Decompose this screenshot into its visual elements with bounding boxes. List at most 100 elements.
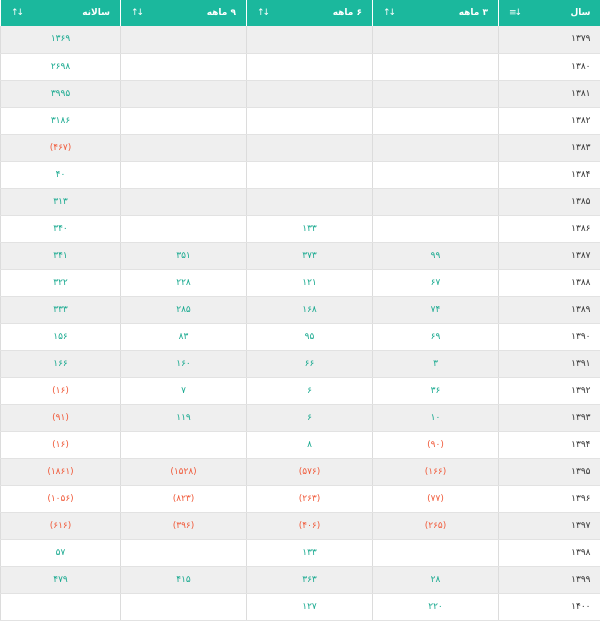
value-cell-m9: [120, 134, 247, 162]
value-cell-m9: ۱۶۰: [120, 350, 247, 378]
table-row: ۱۳۷۹ ۱۳۶۹: [0, 26, 600, 54]
value-cell-q3: [372, 134, 499, 162]
value-cell-annual: ۳۲۲: [0, 269, 121, 297]
value-cell-m6: ۱۲۱: [246, 269, 373, 297]
sort-desc-icon[interactable]: ↓≡: [509, 8, 522, 18]
value-cell-m6: ۱۶۸: [246, 296, 373, 324]
sort-icon[interactable]: ↓↑: [383, 8, 396, 18]
value-cell-m6: ۱۳۳: [246, 215, 373, 243]
value-cell-annual: (۱۸۶۱): [0, 458, 121, 486]
value-cell-m6: [246, 26, 373, 54]
value-cell-q3: (۷۷): [372, 485, 499, 513]
table-row: ۱۳۹۴ (۹۰) ۸ (۱۶): [0, 431, 600, 459]
year-cell: ۱۳۸۷: [498, 242, 600, 270]
value-cell-m9: (۳۹۶): [120, 512, 247, 540]
value-cell-m9: [120, 53, 247, 81]
year-cell: ۱۳۹۵: [498, 458, 600, 486]
table-row: ۱۴۰۰ ۲۲۰ ۱۲۷: [0, 593, 600, 621]
year-cell: ۱۳۹۲: [498, 377, 600, 405]
table-row: ۱۳۸۷ ۹۹ ۳۷۳ ۳۵۱ ۳۴۱: [0, 242, 600, 270]
value-cell-q3: (۱۶۶): [372, 458, 499, 486]
column-header-m9[interactable]: ۹ ماهه ↓↑: [120, 0, 247, 26]
value-cell-q3: [372, 215, 499, 243]
value-cell-m9: ۷: [120, 377, 247, 405]
value-cell-annual: ۲۶۹۸: [0, 53, 121, 81]
value-cell-annual: ۳۱۸۶: [0, 107, 121, 135]
value-cell-m6: (۴۰۶): [246, 512, 373, 540]
value-cell-annual: (۹۱): [0, 404, 121, 432]
value-cell-q3: ۷۴: [372, 296, 499, 324]
value-cell-annual: ۱۵۶: [0, 323, 121, 351]
value-cell-q3: [372, 539, 499, 567]
value-cell-annual: ۳۱۳: [0, 188, 121, 216]
table-row: ۱۳۹۱ ۳ ۶۶ ۱۶۰ ۱۶۶: [0, 350, 600, 378]
year-cell: ۱۳۸۶: [498, 215, 600, 243]
value-cell-m9: ۳۵۱: [120, 242, 247, 270]
table-row: ۱۳۸۱ ۳۹۹۵: [0, 80, 600, 108]
year-cell: ۱۳۸۲: [498, 107, 600, 135]
value-cell-q3: [372, 188, 499, 216]
value-cell-m9: [120, 431, 247, 459]
year-cell: ۱۳۷۹: [498, 26, 600, 54]
value-cell-q3: ۹۹: [372, 242, 499, 270]
table-header-row: سال ↓≡ ۳ ماهه ↓↑ ۶ ماهه ↓↑ ۹ ماهه ↓↑ سالانه ↓↑: [0, 0, 600, 26]
year-cell: ۱۴۰۰: [498, 593, 600, 621]
year-cell: ۱۳۸۹: [498, 296, 600, 324]
value-cell-annual: (۱۶): [0, 431, 121, 459]
value-cell-m9: [120, 593, 247, 621]
table-row: ۱۳۹۳ ۱۰ ۶ ۱۱۹ (۹۱): [0, 404, 600, 432]
value-cell-m6: ۱۳۳: [246, 539, 373, 567]
value-cell-m6: ۳۶۳: [246, 566, 373, 594]
value-cell-m9: [120, 188, 247, 216]
value-cell-annual: ۱۶۶: [0, 350, 121, 378]
value-cell-m6: ۳۷۳: [246, 242, 373, 270]
sort-icon[interactable]: ↓↑: [11, 8, 24, 18]
value-cell-m6: [246, 80, 373, 108]
value-cell-q3: ۱۰: [372, 404, 499, 432]
table-body: ۱۳۷۹ ۱۳۶۹ ۱۳۸۰ ۲۶۹۸ ۱۳۸۱ ۳۹۹۵ ۱۳۸۲ ۳۱۸۶ ۱۳۸۳ (۴۶۷…: [0, 26, 600, 621]
value-cell-m6: ۸: [246, 431, 373, 459]
year-cell: ۱۳۹۴: [498, 431, 600, 459]
table-row: ۱۳۸۰ ۲۶۹۸: [0, 53, 600, 81]
value-cell-m6: ۶۶: [246, 350, 373, 378]
value-cell-m6: ۱۲۷: [246, 593, 373, 621]
table-row: ۱۳۸۴ ۴۰: [0, 161, 600, 189]
column-header-q3[interactable]: ۳ ماهه ↓↑: [372, 0, 499, 26]
column-header-label: ۳ ماهه: [458, 8, 488, 18]
table-row: ۱۳۹۰ ۶۹ ۹۵ ۸۳ ۱۵۶: [0, 323, 600, 351]
value-cell-annual: ۳۴۱: [0, 242, 121, 270]
financial-table: سال ↓≡ ۳ ماهه ↓↑ ۶ ماهه ↓↑ ۹ ماهه ↓↑ سالانه ↓↑ ۱۳…: [0, 0, 600, 621]
sort-icon[interactable]: ↓↑: [257, 8, 270, 18]
value-cell-annual: ۱۳۶۹: [0, 26, 121, 54]
table-row: ۱۳۹۸ ۱۳۳ ۵۷: [0, 539, 600, 567]
value-cell-m9: ۲۸۵: [120, 296, 247, 324]
year-cell: ۱۳۹۹: [498, 566, 600, 594]
year-cell: ۱۳۹۰: [498, 323, 600, 351]
value-cell-q3: [372, 161, 499, 189]
value-cell-q3: ۳۶: [372, 377, 499, 405]
table-row: ۱۳۸۳ (۴۶۷): [0, 134, 600, 162]
sort-icon[interactable]: ↓↑: [131, 8, 144, 18]
year-cell: ۱۳۹۸: [498, 539, 600, 567]
value-cell-m6: ۹۵: [246, 323, 373, 351]
year-cell: ۱۳۹۱: [498, 350, 600, 378]
value-cell-q3: (۲۶۵): [372, 512, 499, 540]
value-cell-m9: [120, 161, 247, 189]
value-cell-m9: ۸۳: [120, 323, 247, 351]
value-cell-annual: ۳۴۰: [0, 215, 121, 243]
column-header-label: سال: [570, 8, 591, 18]
value-cell-m9: [120, 80, 247, 108]
table-row: ۱۳۹۵ (۱۶۶) (۵۷۶) (۱۵۲۸) (۱۸۶۱): [0, 458, 600, 486]
value-cell-m6: ۶: [246, 404, 373, 432]
value-cell-q3: (۹۰): [372, 431, 499, 459]
value-cell-q3: [372, 107, 499, 135]
column-header-annual[interactable]: سالانه ↓↑: [0, 0, 121, 26]
column-header-year[interactable]: سال ↓≡: [498, 0, 600, 26]
column-header-m6[interactable]: ۶ ماهه ↓↑: [246, 0, 373, 26]
year-cell: ۱۳۸۴: [498, 161, 600, 189]
year-cell: ۱۳۸۵: [498, 188, 600, 216]
value-cell-m9: [120, 539, 247, 567]
value-cell-m6: [246, 134, 373, 162]
value-cell-m6: [246, 188, 373, 216]
year-cell: ۱۳۸۱: [498, 80, 600, 108]
